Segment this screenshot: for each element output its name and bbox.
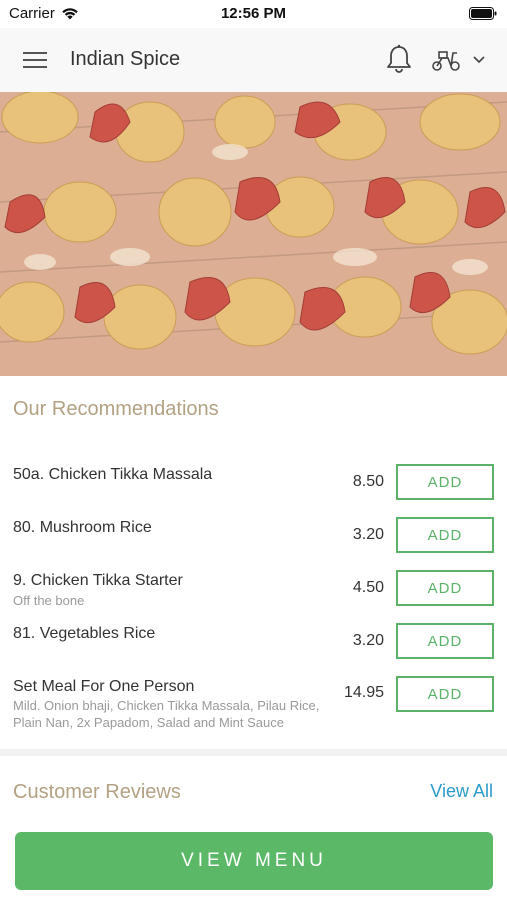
item-price: 14.95 — [343, 684, 384, 701]
item-description: Mild. Onion bhaji, Chicken Tikka Massala… — [13, 698, 320, 730]
scooter-icon[interactable] — [430, 47, 462, 73]
app-title: Indian Spice — [70, 48, 181, 70]
bell-icon[interactable] — [385, 44, 413, 74]
section-divider — [0, 749, 507, 756]
item-name: 9. Chicken Tikka Starter — [13, 572, 183, 589]
add-button[interactable]: ADD — [396, 623, 494, 659]
item-price: 8.50 — [352, 473, 384, 490]
recommendations-title: Our Recommendations — [13, 398, 219, 420]
battery-icon — [469, 7, 497, 20]
reviews-title: Customer Reviews — [13, 781, 181, 803]
item-price: 4.50 — [352, 579, 384, 596]
status-bar: Carrier 12:56 PM — [0, 0, 507, 28]
add-button[interactable]: ADD — [396, 676, 494, 712]
item-price: 3.20 — [352, 526, 384, 543]
hero-food-image — [0, 92, 507, 376]
item-name: 80. Mushroom Rice — [13, 519, 152, 536]
app-header: Indian Spice — [0, 28, 507, 92]
item-description: Off the bone — [13, 593, 85, 608]
view-menu-button[interactable]: VIEW MENU — [15, 832, 493, 890]
item-name: 81. Vegetables Rice — [13, 625, 156, 642]
add-button[interactable]: ADD — [396, 517, 494, 553]
status-time: 12:56 PM — [220, 5, 287, 22]
item-name: Set Meal For One Person — [13, 678, 195, 695]
add-button[interactable]: ADD — [396, 570, 494, 606]
add-button[interactable]: ADD — [396, 464, 494, 500]
view-all-reviews-link[interactable]: View All — [430, 781, 493, 802]
chevron-down-icon[interactable] — [472, 54, 486, 64]
menu-icon[interactable] — [23, 50, 47, 70]
kebab-photo — [0, 92, 507, 376]
item-name: 50a. Chicken Tikka Massala — [13, 466, 213, 483]
item-price: 3.20 — [352, 632, 384, 649]
